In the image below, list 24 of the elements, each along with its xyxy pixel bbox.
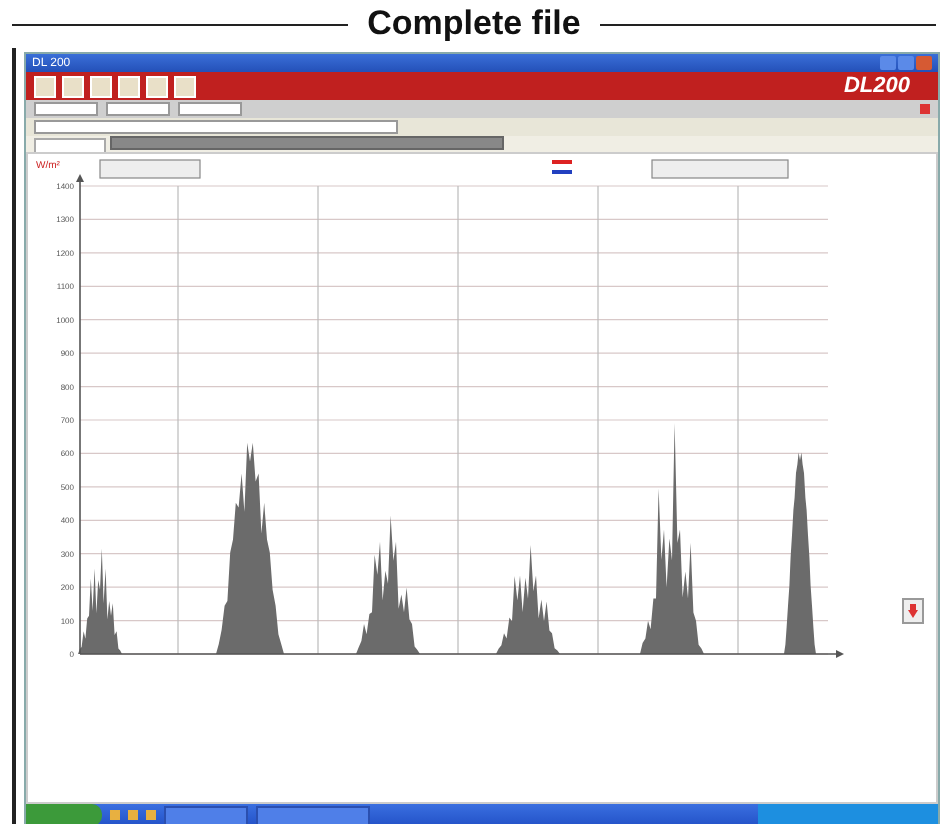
toolbar-icon[interactable] xyxy=(90,75,112,97)
toolbar-icon[interactable] xyxy=(62,75,84,97)
app-logo: DL200 xyxy=(843,74,912,98)
toolbar-icon[interactable] xyxy=(174,75,196,97)
arrow-icon xyxy=(908,604,918,618)
close-button[interactable] xyxy=(916,56,932,70)
toolbar-icon[interactable] xyxy=(34,75,56,97)
irradiance-area xyxy=(356,515,420,654)
input-field[interactable] xyxy=(178,102,242,116)
start-button[interactable] xyxy=(26,804,102,824)
taskbar-window-button[interactable] xyxy=(256,805,370,824)
file-dropdown[interactable] xyxy=(110,136,504,150)
info-label xyxy=(651,159,789,179)
tab[interactable] xyxy=(34,138,106,152)
heading: Complete file xyxy=(367,4,581,44)
toolbar-icon[interactable] xyxy=(118,75,140,97)
input-field[interactable] xyxy=(34,102,98,116)
irradiance-area xyxy=(496,545,560,654)
toolbar-icon[interactable] xyxy=(146,75,168,97)
series-label xyxy=(99,159,201,179)
taskbar-window-button[interactable] xyxy=(164,805,248,824)
input-field[interactable] xyxy=(34,120,398,134)
export-button[interactable] xyxy=(902,598,924,624)
input-field[interactable] xyxy=(106,102,170,116)
